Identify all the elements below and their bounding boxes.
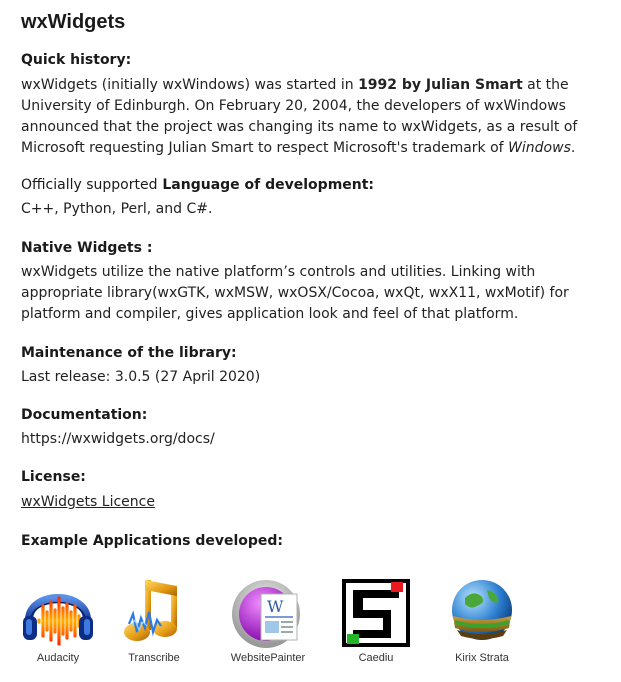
history-heading: Quick history: [21, 52, 132, 68]
license-link[interactable]: wxWidgets Licence [21, 494, 155, 510]
license-paragraph: wxWidgets Licence [21, 492, 613, 513]
language-heading-a: Officially supported [21, 177, 158, 193]
native-widgets-text: wxWidgets utilize the native platform’s … [21, 264, 569, 322]
app-audacity: Audacity [18, 576, 98, 664]
language-text: C++, Python, Perl, and C#. [21, 201, 213, 217]
app-label: Audacity [36, 652, 80, 664]
language-heading-b: Language of development: [157, 177, 375, 193]
language-heading: Officially supported Language of develop… [21, 175, 374, 195]
app-kirix-strata: Kirix Strata [440, 576, 524, 664]
kirix-strata-icon [452, 580, 512, 640]
documentation-heading: Documentation: [21, 407, 148, 423]
app-label: Transcribe [128, 652, 180, 664]
maintenance-text: Last release: 3.0.5 (27 April 2020) [21, 369, 261, 385]
maintenance-heading: Maintenance of the library: [21, 345, 237, 361]
caediu-icon [342, 579, 410, 647]
audacity-icon [23, 594, 93, 646]
license-heading: License: [21, 469, 86, 485]
transcribe-icon [124, 580, 177, 641]
history-text: wxWidgets (initially wxWindows) was star… [21, 75, 613, 159]
app-label: Kirix Strata [455, 652, 509, 664]
svg-text:W: W [267, 597, 284, 616]
document-page: wxWidgets Quick history: wxWidgets (init… [0, 0, 621, 682]
history-text-part3: . [570, 140, 576, 156]
app-label: Caediu [358, 652, 394, 664]
app-transcribe: Transcribe [114, 576, 194, 664]
page-title: wxWidgets [21, 11, 126, 33]
history-text-part1: wxWidgets (initially wxWindows) was star… [21, 77, 359, 93]
app-label: WebsitePainter [230, 652, 306, 664]
app-websitepainter: W WebsitePainter [218, 576, 318, 664]
examples-heading: Example Applications developed: [21, 533, 284, 549]
example-apps: Audacity Transcribe W WebsitePainter Cae… [18, 576, 618, 676]
history-text-bold: 1992 by Julian Smart [358, 77, 523, 93]
history-text-italic: Windows [508, 140, 571, 156]
native-widgets-heading: Native Widgets : [21, 240, 153, 256]
websitepainter-icon: W [232, 580, 300, 648]
app-caediu: Caediu [336, 576, 416, 664]
documentation-text: https://wxwidgets.org/docs/ [21, 431, 215, 447]
